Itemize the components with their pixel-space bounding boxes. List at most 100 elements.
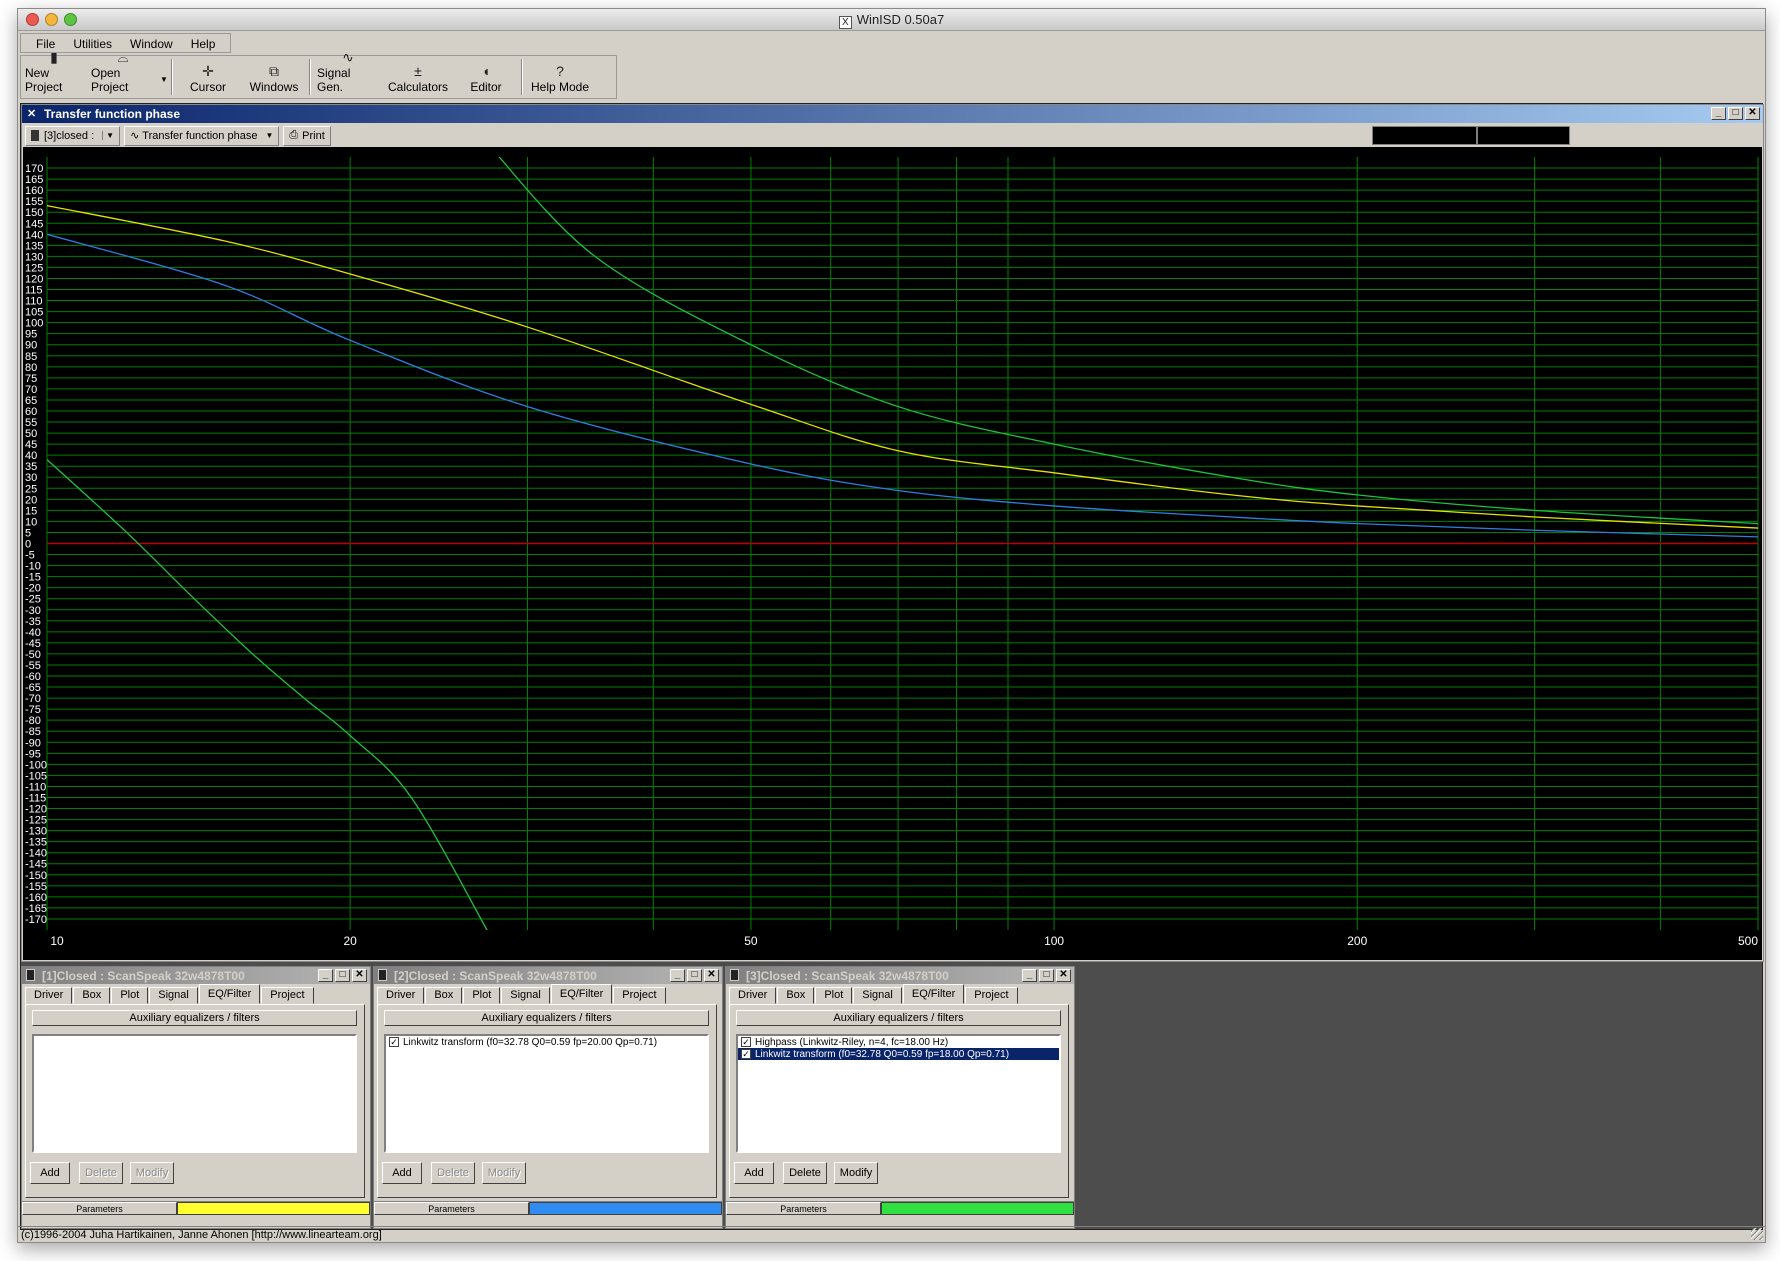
add-button[interactable]: Add bbox=[382, 1162, 422, 1184]
tab-signal[interactable]: Signal bbox=[501, 987, 550, 1004]
menu-file[interactable]: File bbox=[27, 34, 64, 52]
maximize-button[interactable]: □ bbox=[1039, 969, 1054, 982]
delete-button[interactable]: Delete bbox=[431, 1162, 475, 1184]
new-project-button[interactable]: ▮ New Project bbox=[21, 50, 87, 98]
tab-driver[interactable]: Driver bbox=[25, 987, 73, 1004]
editor-label: Editor bbox=[470, 80, 502, 94]
tab-driver[interactable]: Driver bbox=[729, 987, 777, 1004]
printer-icon: ⎙ bbox=[289, 129, 299, 141]
minimize-button[interactable]: _ bbox=[318, 969, 333, 982]
windows-label: Windows bbox=[249, 80, 299, 94]
tab-project[interactable]: Project bbox=[261, 987, 314, 1004]
tab-project[interactable]: Project bbox=[965, 987, 1018, 1004]
sine-wave-icon: ∿ bbox=[342, 49, 354, 65]
resize-grip[interactable] bbox=[1751, 1228, 1763, 1240]
filter-list[interactable]: ✓ Highpass (Linkwitz-Riley, n=4, fc=18.00… bbox=[736, 1034, 1061, 1153]
parameters-button[interactable]: Parameters bbox=[726, 1202, 881, 1215]
series-color-swatch[interactable] bbox=[881, 1202, 1074, 1215]
tab-project[interactable]: Project bbox=[613, 987, 666, 1004]
tab-box[interactable]: Box bbox=[73, 987, 111, 1004]
menu-help[interactable]: Help bbox=[182, 34, 225, 52]
windows-button[interactable]: ⧉ Windows bbox=[241, 56, 307, 98]
tab-signal[interactable]: Signal bbox=[149, 987, 198, 1004]
list-item[interactable]: ✓ Highpass (Linkwitz-Riley, n=4, fc=18.00… bbox=[738, 1036, 1059, 1048]
maximize-button[interactable]: □ bbox=[687, 969, 702, 982]
editor-button[interactable]: ◖ Editor bbox=[453, 56, 519, 98]
tab-box[interactable]: Box bbox=[777, 987, 815, 1004]
close-icon[interactable]: ✕ bbox=[27, 107, 36, 120]
list-item[interactable]: ✓ Linkwitz transform (f0=32.78 Q0=0.59 fp… bbox=[738, 1048, 1059, 1060]
calculators-button[interactable]: ± Calculators bbox=[383, 56, 453, 98]
sine-wave-icon: ∿ bbox=[130, 130, 140, 142]
series-color-swatch[interactable] bbox=[177, 1202, 370, 1215]
project-window-3: [3]Closed : ScanSpeak 32w4878T00 _ □ ✕ Drive… bbox=[725, 966, 1075, 1229]
editor-icon: ◖ bbox=[481, 63, 491, 79]
status-bar: (c)1996-2004 Juha Hartikainen, Janne Aho… bbox=[18, 1226, 1765, 1242]
minimize-button[interactable]: _ bbox=[1711, 107, 1726, 120]
list-item[interactable]: ✓ Linkwitz transform (f0=32.78 Q0=0.59 fp… bbox=[386, 1036, 707, 1048]
delete-button[interactable]: Delete bbox=[783, 1162, 827, 1184]
add-button[interactable]: Add bbox=[734, 1162, 774, 1184]
cursor-button[interactable]: ✛ Cursor bbox=[175, 56, 241, 98]
add-button[interactable]: Add bbox=[30, 1162, 70, 1184]
graph-select[interactable]: ∿ Transfer function phase ▼ bbox=[124, 125, 280, 146]
status-text: (c)1996-2004 Juha Hartikainen, Janne Aho… bbox=[21, 1229, 382, 1241]
parameters-button[interactable]: Parameters bbox=[22, 1202, 177, 1215]
tab-driver[interactable]: Driver bbox=[377, 987, 425, 1004]
new-project-icon: ▮ bbox=[50, 49, 58, 65]
delete-button[interactable]: Delete bbox=[79, 1162, 123, 1184]
modify-button[interactable]: Modify bbox=[130, 1162, 174, 1184]
minimize-button[interactable]: _ bbox=[670, 969, 685, 982]
title-wrap: X WinISD 0.50a7 bbox=[18, 12, 1765, 29]
maximize-button[interactable]: □ bbox=[1728, 107, 1743, 120]
checkbox[interactable]: ✓ bbox=[741, 1049, 751, 1059]
menu-window[interactable]: Window bbox=[121, 34, 182, 52]
tab-box[interactable]: Box bbox=[425, 987, 463, 1004]
open-project-button[interactable]: ⌓ Open Project bbox=[87, 50, 159, 98]
close-button[interactable]: ✕ bbox=[352, 969, 367, 982]
cursor-icon: ✛ bbox=[202, 63, 214, 79]
parameters-button[interactable]: Parameters bbox=[374, 1202, 529, 1215]
chart-window-buttons: _ □ ✕ bbox=[1711, 107, 1760, 120]
close-button[interactable]: ✕ bbox=[1056, 969, 1071, 982]
filter-label: Linkwitz transform (f0=32.78 Q0=0.59 fp=… bbox=[755, 1048, 1010, 1060]
phase-plot[interactable]: 1701651601551501451401351301251201151101… bbox=[23, 147, 1762, 960]
checkbox[interactable]: ✓ bbox=[741, 1037, 751, 1047]
eq-filter-panel: Auxiliary equalizers / filters ✓ Linkwitz … bbox=[377, 1004, 717, 1198]
filter-list[interactable] bbox=[32, 1034, 357, 1153]
tab-eqfilter[interactable]: EQ/Filter bbox=[198, 984, 261, 1004]
close-button[interactable]: ✕ bbox=[1745, 107, 1760, 120]
eq-filter-panel: Auxiliary equalizers / filters Add Delete M… bbox=[25, 1004, 365, 1198]
tab-signal[interactable]: Signal bbox=[853, 987, 902, 1004]
tab-eqfilter[interactable]: EQ/Filter bbox=[550, 984, 613, 1004]
x-tick-label: 50 bbox=[744, 934, 758, 948]
title-bar: X WinISD 0.50a7 bbox=[18, 9, 1765, 31]
series-color-swatch[interactable] bbox=[529, 1202, 722, 1215]
help-mode-button[interactable]: ? Help Mode bbox=[525, 56, 595, 98]
windows-icon: ⧉ bbox=[269, 63, 279, 79]
cursor-readout-x bbox=[1372, 126, 1477, 145]
filter-list[interactable]: ✓ Linkwitz transform (f0=32.78 Q0=0.59 fp… bbox=[384, 1034, 709, 1153]
modify-button[interactable]: Modify bbox=[482, 1162, 526, 1184]
modify-button[interactable]: Modify bbox=[834, 1162, 878, 1184]
tab-plot[interactable]: Plot bbox=[815, 987, 853, 1004]
print-button[interactable]: ⎙ Print bbox=[283, 125, 331, 146]
project-tabs: Driver Box Plot Signal EQ/Filter Project bbox=[25, 984, 315, 1004]
tab-plot[interactable]: Plot bbox=[111, 987, 149, 1004]
minimize-button[interactable]: _ bbox=[1022, 969, 1037, 982]
menu-utilities[interactable]: Utilities bbox=[64, 34, 121, 52]
project-select[interactable]: [3]closed : ▼ bbox=[25, 125, 121, 146]
checkbox[interactable]: ✓ bbox=[389, 1037, 399, 1047]
x11-icon: X bbox=[838, 16, 852, 29]
speaker-icon bbox=[730, 969, 739, 981]
signal-gen-button[interactable]: ∿ Signal Gen. bbox=[313, 50, 383, 98]
project-icon bbox=[31, 130, 39, 141]
tab-eqfilter[interactable]: EQ/Filter bbox=[902, 984, 965, 1004]
x-tick-label: 10 bbox=[50, 934, 64, 948]
close-button[interactable]: ✕ bbox=[704, 969, 719, 982]
maximize-button[interactable]: □ bbox=[335, 969, 350, 982]
open-project-dropdown[interactable]: ▼ bbox=[159, 56, 169, 98]
project-window-title: [2]Closed : ScanSpeak 32w4878T00 bbox=[394, 969, 597, 983]
project-window-titlebar: [2]Closed : ScanSpeak 32w4878T00 _ □ ✕ bbox=[374, 967, 722, 984]
tab-plot[interactable]: Plot bbox=[463, 987, 501, 1004]
